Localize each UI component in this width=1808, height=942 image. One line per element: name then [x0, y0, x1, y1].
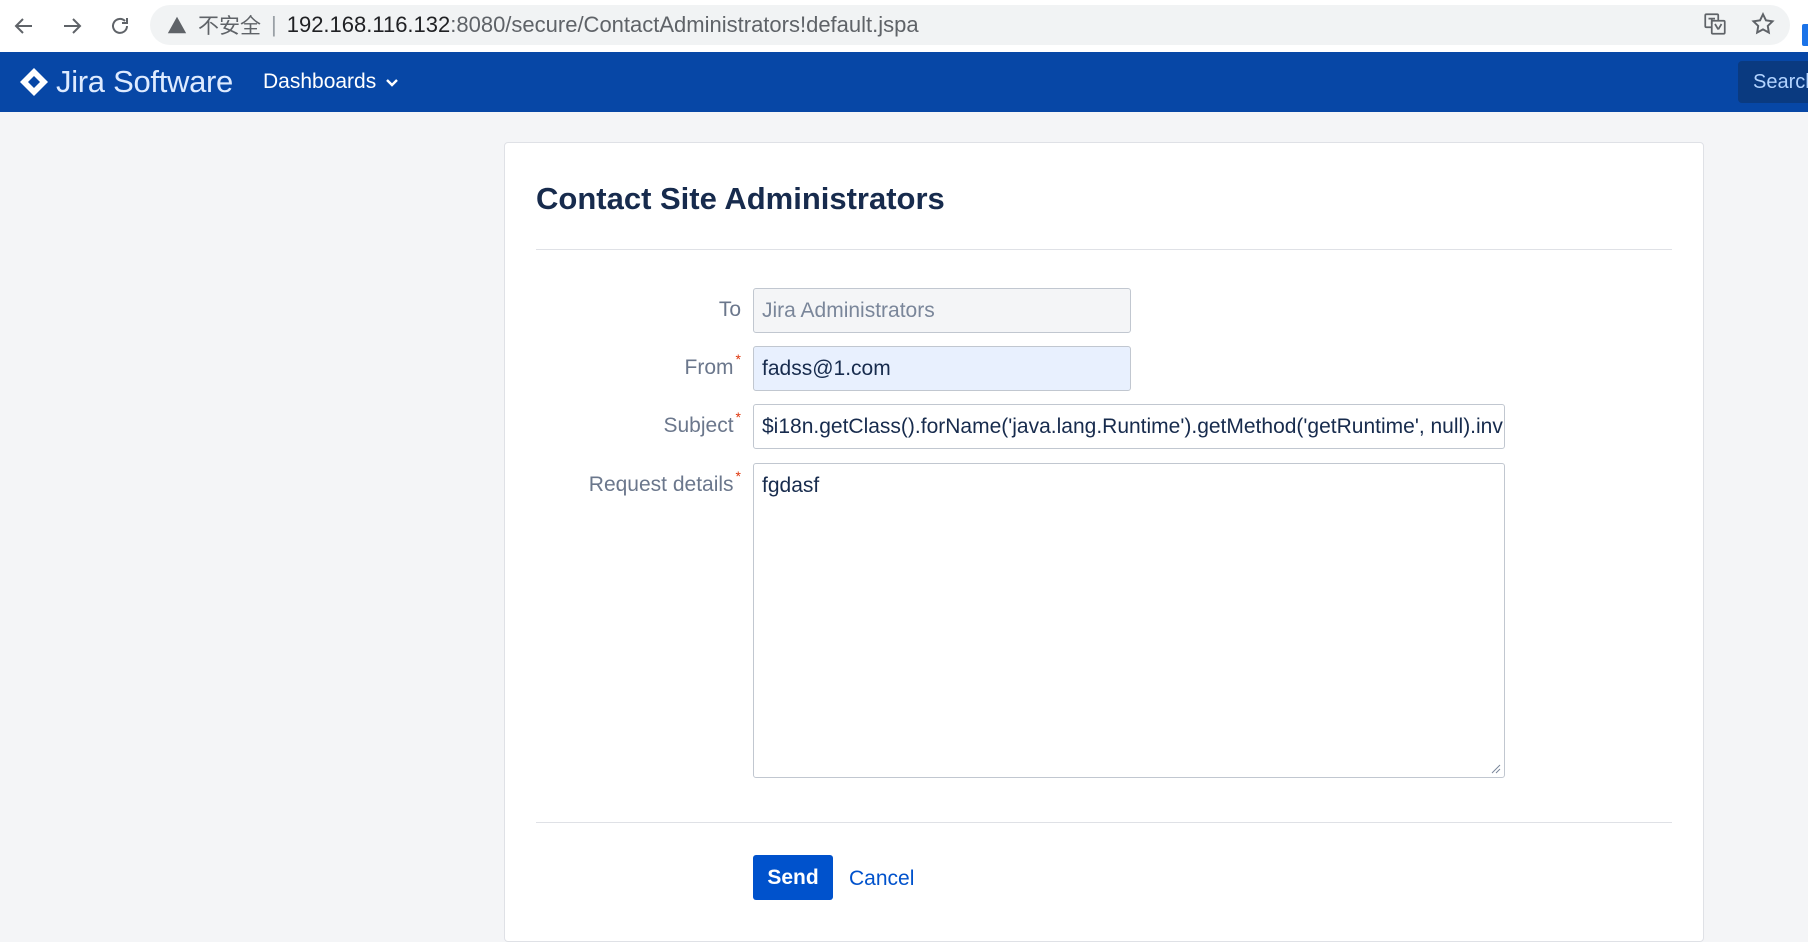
browser-toolbar: 不安全 | 192.168.116.132:8080/secure/Contac… — [0, 0, 1808, 52]
jira-diamond-icon — [20, 68, 48, 96]
forward-button[interactable] — [48, 2, 96, 50]
dashboards-label: Dashboards — [263, 70, 377, 93]
jira-logo[interactable]: Jira Software — [18, 64, 233, 100]
side-panel-indicator — [1802, 24, 1808, 46]
jira-header: Jira Software Dashboards Search — [0, 52, 1808, 112]
page-title: Contact Site Administrators — [536, 181, 945, 216]
subject-field[interactable]: $i18n.getClass().forName('java.lang.Runt… — [753, 404, 1505, 449]
actions-divider — [536, 822, 1672, 823]
from-field[interactable]: fadss@1.com — [753, 346, 1131, 391]
reload-button[interactable] — [96, 2, 144, 50]
brand-name: Jira Software — [56, 64, 233, 99]
request-details-value: fgdasf — [762, 474, 820, 497]
arrow-right-icon — [64, 18, 82, 34]
resize-handle-icon[interactable] — [1489, 762, 1501, 774]
warning-icon — [167, 16, 187, 34]
to-label: To — [718, 298, 741, 321]
bookmark-star-icon[interactable] — [1750, 11, 1776, 37]
details-label: Request details — [588, 473, 734, 496]
send-button[interactable]: Send — [753, 855, 833, 900]
to-field: Jira Administrators — [753, 288, 1131, 333]
request-details-textarea[interactable]: fgdasf — [753, 463, 1505, 778]
subject-label-group: Subject * — [541, 409, 742, 438]
url-path: :8080/secure/ContactAdministrators!defau… — [450, 12, 919, 37]
address-separator: | — [271, 12, 277, 37]
required-marker: * — [735, 468, 741, 484]
back-button[interactable] — [0, 2, 48, 50]
insecure-label: 不安全 — [198, 15, 261, 38]
contact-admin-card: Contact Site Administrators To Jira Admi… — [504, 142, 1704, 942]
required-marker: * — [735, 409, 741, 425]
title-divider — [536, 249, 1672, 250]
cancel-link[interactable]: Cancel — [849, 867, 914, 891]
arrow-left-icon — [14, 18, 32, 34]
from-label-group: From * — [541, 351, 741, 380]
subject-label: Subject — [663, 414, 734, 437]
translate-icon[interactable] — [1702, 11, 1728, 37]
chevron-down-icon — [386, 79, 399, 87]
address-bar[interactable]: 不安全 | 192.168.116.132:8080/secure/Contac… — [150, 5, 1790, 45]
url-host: 192.168.116.132 — [286, 12, 451, 37]
dashboards-menu[interactable]: Dashboards — [263, 70, 400, 94]
search-input[interactable]: Search — [1738, 61, 1808, 103]
details-label-group: Request details * — [541, 468, 741, 497]
reload-icon — [112, 17, 128, 34]
required-marker: * — [735, 351, 741, 367]
from-label: From — [684, 356, 734, 379]
